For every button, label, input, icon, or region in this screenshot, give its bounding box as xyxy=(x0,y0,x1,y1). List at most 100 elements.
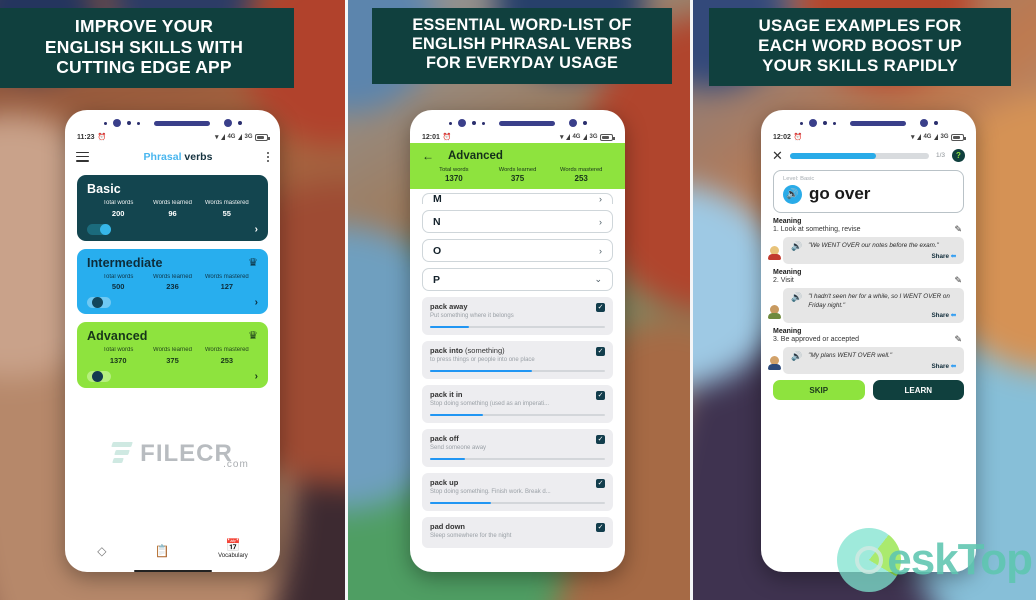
word-checkbox[interactable]: ✓ xyxy=(596,479,605,489)
word-progress-bar xyxy=(430,369,605,373)
gesture-bar xyxy=(133,569,212,572)
hamburger-icon[interactable] xyxy=(76,149,89,164)
stat-label: Words learned xyxy=(153,273,192,280)
word-row[interactable]: pad down Sleep somewhere for the night ✓ xyxy=(422,517,613,548)
stat-label: Words learned xyxy=(498,167,537,173)
letter-row-p[interactable]: P ⌄ xyxy=(422,268,613,291)
status-bar: 12:02 ⏰ ▾ 4G 3G xyxy=(761,132,976,143)
level-toggle[interactable] xyxy=(87,370,111,382)
nav-item-cards[interactable]: ◇ xyxy=(97,544,106,559)
network-label-1: 4G xyxy=(572,134,581,140)
level-name: Advanced xyxy=(87,329,148,344)
example-quote: "My plans WENT OVER well." xyxy=(808,352,893,359)
battery-icon xyxy=(951,133,966,141)
level-card-intermediate[interactable]: Intermediate ♛ Total words 500 Words lear… xyxy=(77,248,268,315)
speaker-icon[interactable]: 🔊 xyxy=(791,242,802,251)
share-button[interactable]: Share ⇚ xyxy=(791,363,956,370)
letter-row-m[interactable]: M › xyxy=(422,193,613,204)
speaker-icon[interactable]: 🔊 xyxy=(791,352,802,361)
title-part-2: verbs xyxy=(184,150,213,163)
stat-value: 1370 xyxy=(109,355,127,365)
word-description: Stop doing something. Finish work. Break… xyxy=(430,489,551,496)
back-arrow-icon[interactable]: ← xyxy=(422,149,434,163)
status-bar: 12:01 ⏰ ▾ 4G 3G xyxy=(410,132,625,143)
level-card-list: Basic Total words 200 Words learned 96 Wor… xyxy=(65,172,280,388)
meaning-heading: Meaning xyxy=(773,269,802,276)
share-label: Share xyxy=(931,363,949,370)
meaning-block: Meaning 1. Look at something, revise ✎ xyxy=(761,213,976,235)
word-card: Level: Basic 🔊 go over xyxy=(773,170,964,213)
letter-label: P xyxy=(433,273,441,286)
help-badge[interactable]: ? xyxy=(952,149,965,162)
stat-value: 500 xyxy=(111,282,125,292)
word-description: Put something where it belongs xyxy=(430,313,514,319)
share-button[interactable]: Share ⇚ xyxy=(791,312,956,319)
share-icon: ⇚ xyxy=(950,312,956,319)
quiz-action-buttons: SKIP LEARN xyxy=(761,374,976,400)
meaning-text: 2. Visit xyxy=(773,277,794,284)
skip-button[interactable]: SKIP xyxy=(773,380,865,400)
watermark-text: eskTop xyxy=(887,535,1033,585)
stat-value: 375 xyxy=(166,355,179,365)
word-term: pack away xyxy=(430,302,468,311)
stat-value: 253 xyxy=(574,174,588,183)
word-row[interactable]: pack up Stop doing something. Finish wor… xyxy=(422,473,613,512)
level-card-advanced[interactable]: Advanced ♛ Total words 1370 Words learned… xyxy=(77,322,268,388)
word-checkbox[interactable]: ✓ xyxy=(596,303,605,312)
stat-value: 236 xyxy=(166,282,179,292)
stat-label: Words learned xyxy=(153,200,192,207)
share-button[interactable]: Share ⇚ xyxy=(791,253,956,260)
stat-label: Words mastered xyxy=(204,273,249,280)
share-icon: ⇚ xyxy=(950,363,956,370)
word-checkbox[interactable]: ✓ xyxy=(596,347,605,357)
word-checkbox[interactable]: ✓ xyxy=(596,523,605,533)
level-card-basic[interactable]: Basic Total words 200 Words learned 96 Wor… xyxy=(77,175,268,241)
level-toggle[interactable] xyxy=(87,223,111,235)
level-stats: Total words 200 Words learned 96 Words mas… xyxy=(87,200,258,218)
avatar xyxy=(768,246,781,262)
pencil-icon[interactable]: ✎ xyxy=(954,224,962,235)
calendar-icon: 📅 xyxy=(225,537,241,552)
chevron-right-icon[interactable]: › xyxy=(255,371,258,382)
meaning-text: 1. Look at something, revise xyxy=(773,226,861,233)
pencil-icon[interactable]: ✎ xyxy=(954,275,962,286)
crown-icon: ♛ xyxy=(248,256,258,269)
stat-label: Words mastered xyxy=(204,200,249,207)
share-label: Share xyxy=(931,312,949,319)
learn-button[interactable]: LEARN xyxy=(872,380,964,400)
meaning-block: Meaning 3. Be approved or accepted ✎ xyxy=(761,323,976,345)
letter-row-o[interactable]: O › xyxy=(422,239,613,262)
filecr-text: FILECR xyxy=(140,439,233,467)
word-row[interactable]: pack off Send someone away ✓ xyxy=(422,429,613,468)
close-icon[interactable]: ✕ xyxy=(772,149,783,162)
avatar xyxy=(768,305,781,321)
word-row[interactable]: pack away Put something where it belongs… xyxy=(422,297,613,336)
level-toggle[interactable] xyxy=(87,297,111,309)
chevron-right-icon[interactable]: › xyxy=(255,224,258,235)
share-label: Share xyxy=(931,253,949,260)
quiz-progress-bar-row: ✕ 1/3 ? xyxy=(761,143,976,166)
nav-item-tests[interactable]: 📋 xyxy=(155,544,170,559)
panel-3-headline: USAGE EXAMPLES FOR EACH WORD BOOST UP YO… xyxy=(709,8,1011,87)
stat-label: Total words xyxy=(439,167,469,173)
level-label: Level: Basic xyxy=(783,176,815,182)
stat-value: 200 xyxy=(111,208,125,218)
kebab-icon[interactable] xyxy=(267,151,269,162)
crown-icon: ♛ xyxy=(248,330,258,343)
speaker-icon[interactable]: 🔊 xyxy=(783,184,802,204)
avatar xyxy=(768,356,781,372)
word-term: pack into xyxy=(430,346,463,356)
nav-item-vocabulary[interactable]: 📅 Vocabulary xyxy=(218,538,248,559)
pencil-icon[interactable]: ✎ xyxy=(954,334,962,345)
word-row[interactable]: pack into (something) to press things or… xyxy=(422,341,613,380)
chevron-right-icon[interactable]: › xyxy=(255,297,258,308)
speaker-icon[interactable]: 🔊 xyxy=(791,293,802,310)
word-checkbox[interactable]: ✓ xyxy=(596,435,605,445)
word-checkbox[interactable]: ✓ xyxy=(596,391,605,401)
signal-icon-2 xyxy=(237,134,242,140)
bottom-navigation: ◇ 📋 📅 Vocabulary xyxy=(65,519,280,565)
phone-mockup-2: 12:01 ⏰ ▾ 4G 3G ← Advanced Total words 1… xyxy=(410,110,625,572)
letter-row-n[interactable]: N › xyxy=(422,210,613,233)
notch-dots xyxy=(761,110,976,132)
word-row[interactable]: pack it in Stop doing something (used as… xyxy=(422,385,613,424)
